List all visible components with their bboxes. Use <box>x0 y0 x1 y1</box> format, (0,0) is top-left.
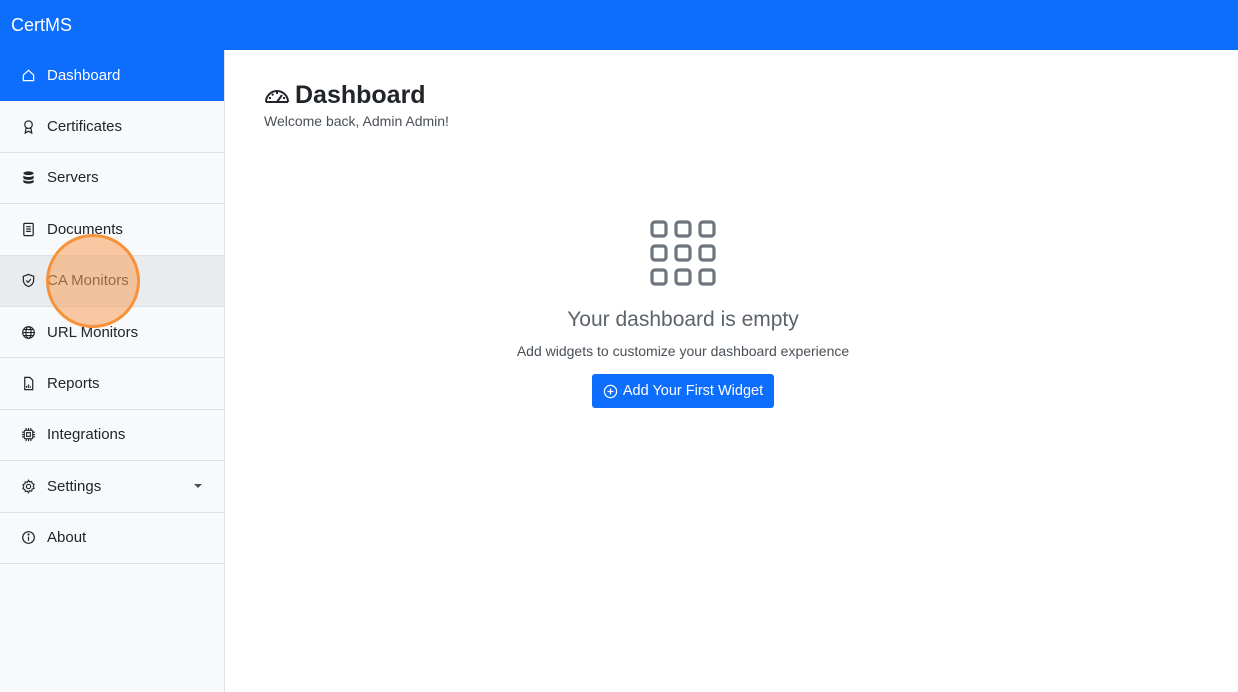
report-icon <box>20 376 36 392</box>
cpu-icon <box>20 427 36 443</box>
gear-icon <box>20 478 36 494</box>
empty-state-subtitle: Add widgets to customize your dashboard … <box>516 343 850 359</box>
page-header: Dashboard Welcome back, Admin Admin! <box>264 81 449 129</box>
welcome-text: Welcome back, Admin Admin! <box>264 113 449 129</box>
sidebar-item-settings[interactable]: Settings <box>0 461 224 513</box>
sidebar-item-certificates[interactable]: Certificates <box>0 101 224 153</box>
sidebar-item-dashboard[interactable]: Dashboard <box>0 50 224 102</box>
empty-state: Your dashboard is empty Add widgets to c… <box>483 220 883 408</box>
speedometer-icon <box>264 85 290 107</box>
house-icon <box>20 68 36 84</box>
main-content: Dashboard Welcome back, Admin Admin! You… <box>225 50 1238 692</box>
grid-icon <box>650 220 716 286</box>
sidebar-item-integrations[interactable]: Integrations <box>0 410 224 462</box>
empty-state-title: Your dashboard is empty <box>567 308 799 331</box>
sidebar-item-label: Documents <box>47 220 123 238</box>
plus-circle-icon <box>603 384 618 399</box>
add-first-widget-label: Add Your First Widget <box>622 383 764 399</box>
shield-icon <box>20 273 36 289</box>
sidebar-item-label: URL Monitors <box>47 323 139 341</box>
sidebar-item-label: Dashboard <box>47 67 121 85</box>
top-navbar: CertMS <box>0 0 1238 50</box>
award-icon <box>20 119 36 135</box>
sidebar-item-label: About <box>47 529 87 547</box>
brand-logo[interactable]: CertMS <box>11 15 72 36</box>
sidebar-item-about[interactable]: About <box>0 513 224 564</box>
page-title: Dashboard <box>264 81 449 110</box>
sidebar-item-label: Integrations <box>47 426 126 444</box>
page-title-text: Dashboard <box>295 81 426 109</box>
sidebar-item-label: Settings <box>47 477 102 495</box>
sidebar-item-url-monitors[interactable]: URL Monitors <box>0 307 224 359</box>
sidebar-item-documents[interactable]: Documents <box>0 204 224 256</box>
info-icon <box>20 530 36 546</box>
sidebar-item-label: Reports <box>47 375 100 393</box>
database-icon <box>20 170 36 186</box>
document-icon <box>20 221 36 237</box>
sidebar: Dashboard Certificates Servers Documents… <box>0 50 225 692</box>
chevron-down-icon[interactable] <box>194 484 202 489</box>
sidebar-item-label: CA Monitors <box>47 272 129 290</box>
sidebar-item-ca-monitors[interactable]: CA Monitors <box>0 255 224 307</box>
add-first-widget-button[interactable]: Add Your First Widget <box>591 374 775 408</box>
sidebar-item-servers[interactable]: Servers <box>0 153 224 205</box>
sidebar-item-label: Certificates <box>47 118 123 136</box>
globe-icon <box>20 324 36 340</box>
sidebar-item-reports[interactable]: Reports <box>0 358 224 410</box>
sidebar-item-label: Servers <box>47 169 99 187</box>
